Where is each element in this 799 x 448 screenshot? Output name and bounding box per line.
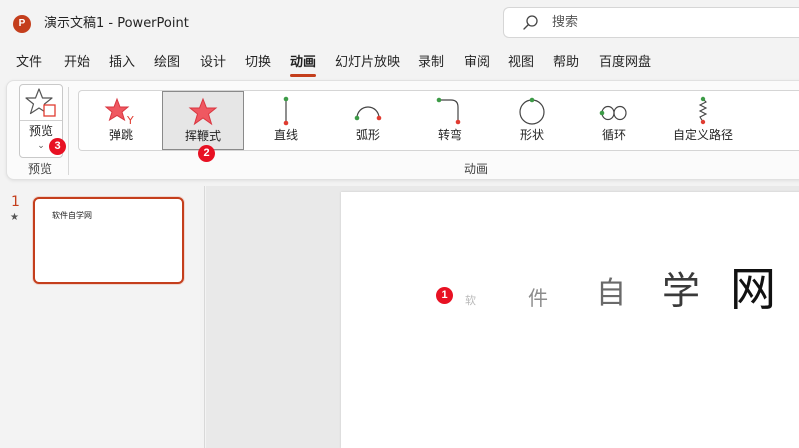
thumbnail-text: 软件自学网	[52, 211, 92, 220]
effect-bounce-label: 弹跳	[108, 128, 133, 142]
turn-path-icon	[436, 97, 461, 125]
document-title: 演示文稿1 - PowerPoint	[44, 16, 189, 31]
tab-insert[interactable]: 插入	[109, 52, 135, 74]
animation-group-label: 动画	[464, 162, 489, 176]
svg-text:Y: Y	[126, 114, 134, 126]
effect-turn-label: 转弯	[437, 128, 462, 142]
effect-turn[interactable]: 转弯	[415, 91, 485, 150]
animation-star-icon: ★	[10, 212, 19, 223]
line-path-icon	[283, 96, 289, 126]
tab-baidu-netdisk[interactable]: 百度网盘	[599, 52, 651, 74]
slide-thumbnail[interactable]: 软件自学网	[33, 197, 184, 284]
preview-group-label: 预览	[28, 162, 53, 176]
preview-button-top[interactable]	[20, 85, 62, 121]
effect-shape[interactable]: 形状	[497, 91, 567, 150]
tab-transitions[interactable]: 切换	[245, 52, 271, 74]
effect-loop[interactable]: 循环	[579, 91, 649, 150]
effect-arc[interactable]: 弧形	[333, 91, 403, 150]
animations-ribbon: 预览 ⌄ 3 预览 Y 弹跳 挥鞭式 直线 弧形 转弯 形状 循环 自定义路径 …	[6, 80, 799, 180]
slide-char-3[interactable]: 自	[596, 279, 626, 309]
step-badge-1: 1	[436, 287, 453, 304]
tab-draw[interactable]: 绘图	[154, 52, 180, 74]
slide-canvas[interactable]: 软 件 自 学 网	[341, 192, 799, 448]
slide-editing-area: 软 件 自 学 网 1	[206, 186, 799, 448]
slide-char-5[interactable]: 网	[730, 266, 776, 312]
search-input[interactable]: 搜索	[503, 7, 799, 38]
search-placeholder: 搜索	[552, 15, 579, 30]
search-icon	[523, 15, 538, 30]
tab-file[interactable]: 文件	[16, 52, 42, 74]
tab-view[interactable]: 视图	[508, 52, 534, 74]
title-bar: P 演示文稿1 - PowerPoint 搜索	[0, 0, 799, 46]
effect-arc-label: 弧形	[355, 128, 380, 142]
shape-path-icon	[519, 97, 545, 125]
tab-slideshow[interactable]: 幻灯片放映	[335, 52, 400, 74]
effect-whip[interactable]: 挥鞭式	[162, 91, 244, 150]
custom-path-icon	[698, 96, 708, 125]
slide-thumbnail-pane: 1 ★ 软件自学网	[0, 186, 205, 448]
arc-path-icon	[354, 106, 382, 121]
whip-star-icon	[188, 97, 218, 126]
star-preview-icon	[25, 88, 56, 117]
tab-home[interactable]: 开始	[64, 52, 90, 74]
ribbon-tabs: 文件 开始 插入 绘图 设计 切换 动画 幻灯片放映 录制 审阅 视图 帮助 百…	[0, 52, 799, 77]
animation-effects-gallery: Y 弹跳 挥鞭式 直线 弧形 转弯 形状 循环 自定义路径	[78, 90, 799, 151]
slide-char-2[interactable]: 件	[528, 288, 548, 308]
effect-line-label: 直线	[273, 128, 298, 142]
loop-path-icon	[599, 105, 627, 121]
effect-custom-path[interactable]: 自定义路径	[657, 91, 749, 150]
effect-bounce[interactable]: Y 弹跳	[89, 91, 153, 150]
tab-record[interactable]: 录制	[418, 52, 444, 74]
tab-animations[interactable]: 动画	[290, 52, 317, 77]
effect-line[interactable]: 直线	[251, 91, 321, 150]
step-badge-2: 2	[198, 145, 215, 162]
bounce-star-icon: Y	[104, 97, 134, 126]
effect-custom-path-label: 自定义路径	[672, 128, 733, 142]
effect-loop-label: 循环	[601, 128, 626, 142]
slide-char-1[interactable]: 软	[465, 295, 476, 306]
step-badge-3: 3	[49, 138, 66, 155]
slide-number: 1	[11, 194, 20, 210]
tab-design[interactable]: 设计	[200, 52, 226, 74]
tab-review[interactable]: 审阅	[464, 52, 490, 74]
effect-shape-label: 形状	[519, 128, 544, 142]
slide-char-4[interactable]: 学	[662, 272, 700, 310]
ribbon-divider	[68, 87, 69, 175]
powerpoint-logo-icon: P	[13, 15, 31, 33]
preview-button-label: 预览	[28, 124, 53, 138]
tab-help[interactable]: 帮助	[553, 52, 579, 74]
effect-whip-label: 挥鞭式	[184, 129, 221, 143]
